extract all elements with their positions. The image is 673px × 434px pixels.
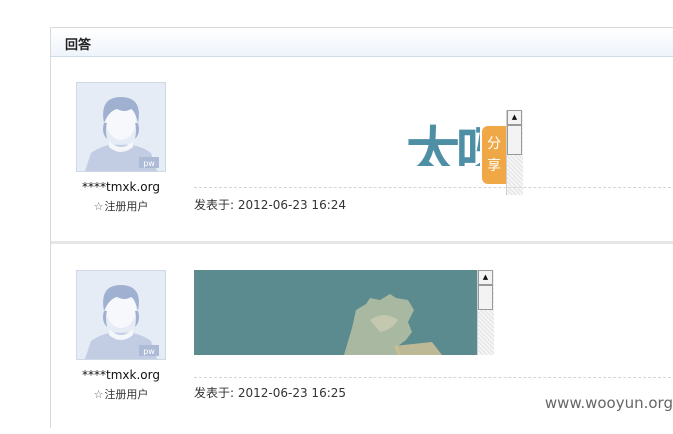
image-scrollbar[interactable]: ▲ bbox=[506, 110, 523, 195]
post-image-text: 太呀 bbox=[406, 120, 480, 166]
share-button[interactable]: 分 享 bbox=[482, 126, 506, 184]
posted-label: 发表于: bbox=[194, 198, 235, 212]
answers-header: 回答 bbox=[51, 28, 673, 57]
scroll-up-arrow-icon[interactable]: ▲ bbox=[507, 110, 522, 125]
scroll-thumb[interactable] bbox=[478, 285, 493, 310]
posted-label: 发表于: bbox=[194, 386, 235, 400]
post-timestamp: 发表于: 2012-06-23 16:24 bbox=[194, 196, 346, 213]
watermark: www.wooyun.org bbox=[544, 394, 673, 412]
share-label-1: 分 bbox=[487, 136, 501, 152]
user-role: ☆注册用户 bbox=[61, 198, 181, 214]
star-outline-icon: ☆ bbox=[93, 200, 104, 213]
star-outline-icon: ☆ bbox=[93, 388, 104, 401]
scroll-up-arrow-icon[interactable]: ▲ bbox=[478, 270, 493, 285]
avatar-badge: pw bbox=[143, 159, 155, 168]
posted-time: 2012-06-23 16:25 bbox=[237, 386, 347, 400]
answers-title: 回答 bbox=[65, 38, 92, 53]
image-scrollbar[interactable]: ▲ bbox=[477, 270, 494, 355]
post-divider bbox=[194, 187, 673, 188]
username[interactable]: ****tmxk.org bbox=[61, 180, 181, 194]
user-role-label: 注册用户 bbox=[104, 388, 149, 401]
answer-post-1: pw ****tmxk.org ☆注册用户 太呀 分 享 ▲ 发表于: 2012… bbox=[51, 57, 673, 244]
avatar-badge: pw bbox=[143, 347, 155, 356]
user-role-label: 注册用户 bbox=[104, 200, 149, 213]
post-image bbox=[194, 270, 479, 355]
user-avatar[interactable]: pw bbox=[76, 270, 166, 360]
posted-time: 2012-06-23 16:24 bbox=[237, 198, 347, 212]
post-image: 太呀 bbox=[406, 110, 480, 166]
user-role: ☆注册用户 bbox=[61, 386, 181, 402]
post-timestamp: 发表于: 2012-06-23 16:25 bbox=[194, 384, 346, 401]
username[interactable]: ****tmxk.org bbox=[61, 368, 181, 382]
post-divider bbox=[194, 377, 673, 378]
answers-panel: 回答 pw ****tmxk.org ☆注册用户 太呀 分 享 bbox=[50, 27, 673, 428]
share-label-2: 享 bbox=[487, 158, 501, 174]
scroll-thumb[interactable] bbox=[507, 125, 522, 155]
user-avatar[interactable]: pw bbox=[76, 82, 166, 172]
